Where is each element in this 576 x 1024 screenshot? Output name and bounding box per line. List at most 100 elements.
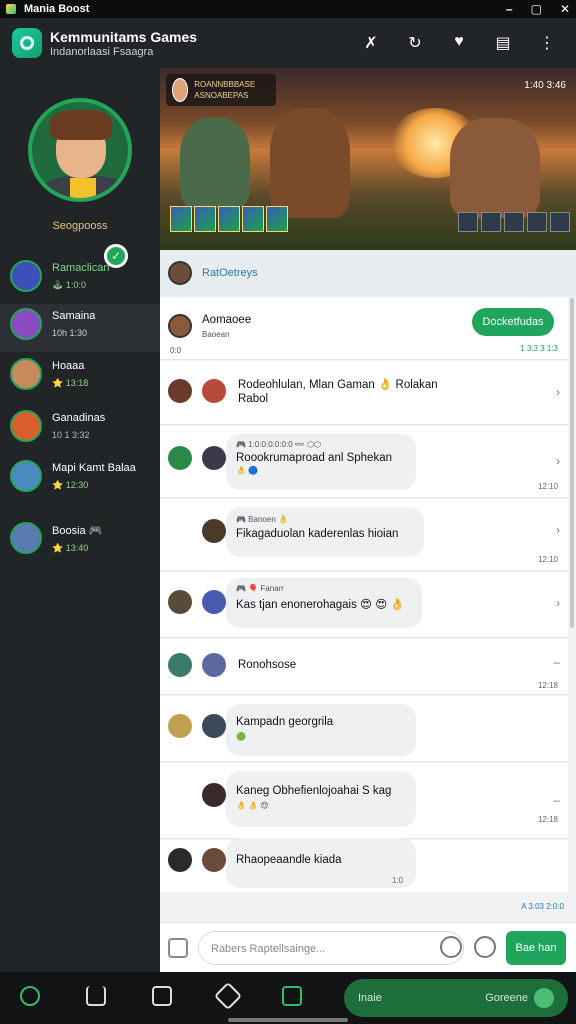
user-avatar	[168, 653, 192, 677]
collapse-icon[interactable]: –	[553, 655, 560, 669]
friend-status: 🕹 1:0:0	[52, 280, 86, 290]
friend-item[interactable]: Boosia 🎮 ⭐ 13:40	[10, 522, 160, 566]
message-row[interactable]: 🎮 1:0:0:0:0:0:0 👓 ⬡⬡ Roookrumaproad anl …	[160, 426, 568, 498]
message-row[interactable]: 🎮 🎈 Fanarr Kas tjan enonerohagais 😍 😍 👌 …	[160, 572, 568, 638]
stream-info: ROANNBBBASE ASNOABEPAS	[166, 74, 276, 106]
chevron-right-icon[interactable]: ›	[556, 523, 560, 537]
message-bubble: 🎮 1:0:0:0:0:0:0 👓 ⬡⬡ Roookrumaproad anl …	[226, 434, 416, 490]
message-text: Kampadn georgrila	[236, 716, 334, 728]
more-icon[interactable]: ⋮	[538, 33, 556, 53]
chat-title: RatOetreys	[202, 267, 258, 279]
puzzle-icon[interactable]	[213, 981, 243, 1011]
home-icon[interactable]	[20, 986, 40, 1006]
chat-scrollbar[interactable]	[570, 298, 574, 628]
chevron-right-icon[interactable]: ›	[556, 385, 560, 399]
friend-name: Ramaclican	[52, 262, 110, 274]
sidebar: ✓ Seogpooss Ramaclican 🕹 1:0:0 Samaina 10h…	[0, 68, 160, 972]
message-text: Ronohsose	[238, 659, 297, 671]
minimize-button[interactable]: –	[506, 2, 513, 16]
attach-icon[interactable]	[168, 938, 188, 958]
user-avatar	[168, 314, 192, 338]
join-button[interactable]: Docketfudas	[472, 308, 554, 336]
user-avatar	[168, 848, 192, 872]
friend-name: Boosia 🎮	[52, 525, 103, 537]
friend-status: 10 1 3:32	[52, 430, 90, 440]
message-reactions: 👌 🔵	[236, 466, 259, 475]
profile-avatar[interactable]	[28, 98, 132, 202]
user-avatar	[168, 379, 192, 403]
profile-name: Seogpooss	[52, 220, 108, 232]
message-row[interactable]: Kampadn georgrila 🟢	[160, 696, 568, 762]
message-row[interactable]: Rodeohlulan, Mlan Gaman 👌 Rolakan Rabol …	[160, 361, 568, 425]
message-row[interactable]: Kaneg Obhefienlojoahai S kag 👌 👌 😍 – 12:…	[160, 763, 568, 839]
user-avatar	[202, 379, 226, 403]
game-banner[interactable]: ROANNBBBASE ASNOABEPAS 1:40 3:46	[160, 68, 576, 250]
app-logo	[12, 28, 42, 58]
message-row[interactable]: Ronohsose – 12:18	[160, 639, 568, 695]
friend-avatar	[10, 460, 42, 492]
message-input-bar: Rabers Raptellsainge... Bae han	[160, 922, 576, 972]
character-figure	[450, 118, 540, 218]
friend-avatar	[10, 358, 42, 390]
friend-item[interactable]: Ganadinas 10 1 3:32	[10, 410, 160, 454]
stream-channel: ROANNBBBASE ASNOABEPAS	[194, 80, 256, 100]
message-text: Rabol	[238, 393, 269, 405]
app-title: Kemmunitams Games	[50, 28, 198, 45]
mic-icon[interactable]	[440, 936, 462, 958]
user-avatar	[168, 714, 192, 738]
status-pill[interactable]: Inaie Goreene	[344, 979, 568, 1017]
friend-avatar	[10, 410, 42, 442]
emoji-icon[interactable]	[474, 936, 496, 958]
friend-avatar	[10, 308, 42, 340]
close-button[interactable]: ✕	[560, 2, 570, 16]
chevron-right-icon[interactable]: ›	[556, 454, 560, 468]
friend-name: Mapi Kamt Balaa	[52, 462, 136, 474]
friend-item[interactable]: Hoaaa ⭐ 13:18	[10, 358, 160, 402]
collapse-icon[interactable]: –	[553, 793, 560, 807]
friend-status: ⭐ 13:40	[52, 543, 89, 553]
message-text: Roookrumaproad anl Sphekan	[236, 452, 392, 464]
online-icon	[534, 988, 554, 1008]
maximize-button[interactable]: ▢	[531, 2, 542, 16]
friend-status: ⭐ 12:30	[52, 480, 89, 490]
pinned-time: 1 3:3 3 1:3	[520, 344, 558, 353]
chat-panel: RatOetreys Aomaoee Baoean 0:0 Docketfuda…	[160, 250, 576, 922]
chevron-right-icon[interactable]: ›	[556, 596, 560, 610]
message-text: Fikagaduolan kaderenlas hioian	[236, 528, 399, 540]
message-row[interactable]: 🎮 Banoen 👌 Fikagaduolan kaderenlas hioia…	[160, 499, 568, 571]
message-time: 12:18	[537, 681, 558, 690]
message-text: Kaneg Obhefienlojoahai S kag	[236, 785, 392, 797]
message-meta: 🎮 Banoen 👌	[236, 515, 288, 524]
message-reactions: 🟢	[236, 732, 246, 741]
bottom-nav: Inaie Goreene	[0, 972, 576, 1024]
status-bar: Mania Boost – ▢ ✕	[0, 0, 576, 18]
user-avatar	[202, 783, 226, 807]
friend-item[interactable]: Ramaclican 🕹 1:0:0	[10, 260, 160, 304]
character-figure	[270, 108, 350, 218]
message-meta: 🎮 1:0:0:0:0:0:0 👓 ⬡⬡	[236, 440, 322, 449]
friend-item[interactable]: Mapi Kamt Balaa ⭐ 12:30	[10, 460, 160, 504]
refresh-icon[interactable]: ↻	[406, 33, 424, 53]
friend-status: ⭐ 13:18	[52, 378, 89, 388]
send-button[interactable]: Bae han	[506, 931, 566, 965]
user-avatar	[202, 714, 226, 738]
library-icon[interactable]	[152, 986, 172, 1006]
pill-left-label: Inaie	[358, 992, 382, 1004]
friends-icon[interactable]	[282, 986, 302, 1006]
status-title: Mania Boost	[24, 3, 90, 15]
screen-icon[interactable]: ▤	[494, 33, 512, 53]
message-time: 12:10	[537, 555, 558, 564]
friend-name: Ganadinas	[52, 412, 106, 424]
message-bubble: Kaneg Obhefienlojoahai S kag 👌 👌 😍	[226, 771, 416, 827]
pinned-sub: Baoean	[202, 330, 230, 339]
message-input[interactable]: Rabers Raptellsainge...	[198, 931, 464, 965]
message-row[interactable]: Rhaopeaandle kiada 1:0	[160, 838, 568, 892]
footer-time: A 3:03 2:0:0	[521, 902, 564, 911]
pill-right-label: Goreene	[485, 992, 528, 1004]
pinned-message[interactable]: Aomaoee Baoean 0:0 Docketfudas 1 3:3 3 1…	[160, 298, 568, 360]
share-icon[interactable]: ✗	[362, 33, 380, 53]
heart-icon[interactable]: ♥	[450, 33, 468, 53]
message-reactions: 👌 👌 😍	[236, 801, 269, 810]
store-icon[interactable]	[86, 986, 106, 1006]
friend-item[interactable]: Samaina 10h 1:30	[0, 304, 160, 352]
